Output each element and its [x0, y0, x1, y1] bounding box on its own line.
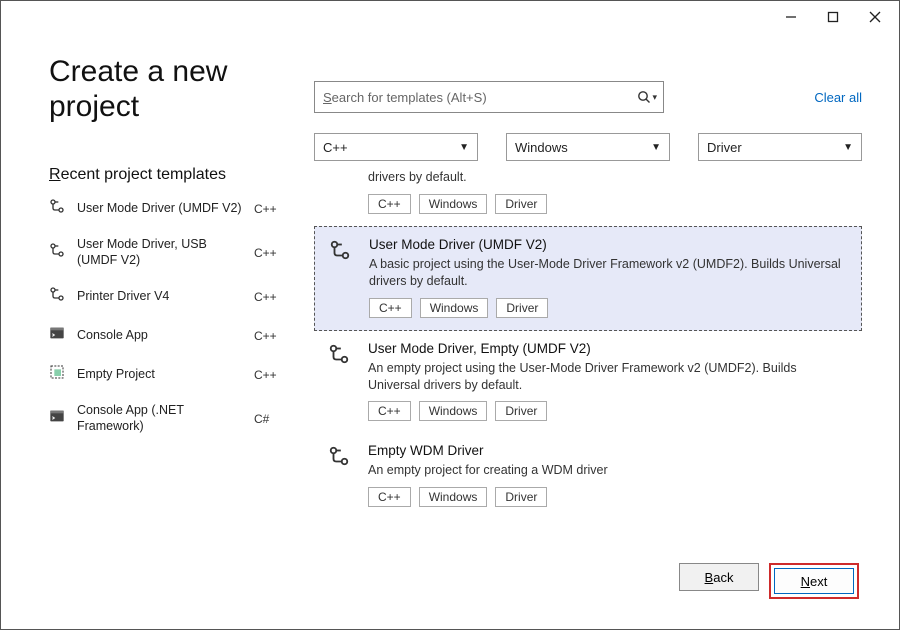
empty-icon: [49, 364, 67, 385]
driver-icon: [328, 343, 352, 422]
chevron-down-icon: ▼: [459, 142, 469, 153]
console-icon: [49, 325, 67, 346]
template-item[interactable]: User Mode Driver, Empty (UMDF V2) An empt…: [314, 331, 862, 434]
recent-template-item[interactable]: Printer Driver V4 C++: [49, 286, 284, 307]
recent-template-item[interactable]: User Mode Driver (UMDF V2) C++: [49, 198, 284, 219]
driver-icon: [49, 286, 67, 307]
projecttype-filter-dropdown[interactable]: Driver▼: [698, 133, 862, 161]
template-desc: A basic project using the User-Mode Driv…: [369, 256, 851, 290]
console-icon: [49, 408, 67, 429]
none-icon: [328, 171, 352, 214]
recent-template-lang: C++: [254, 246, 284, 260]
recent-template-lang: C++: [254, 290, 284, 304]
recent-template-name: Empty Project: [77, 367, 244, 383]
recent-template-name: User Mode Driver, USB (UMDF V2): [77, 237, 244, 268]
template-tag: C++: [369, 298, 412, 318]
template-tag: C++: [368, 487, 411, 507]
window-titlebar: [781, 1, 899, 29]
search-box[interactable]: Search for templates (Alt+S) ▾: [314, 81, 664, 113]
recent-template-name: User Mode Driver (UMDF V2): [77, 201, 244, 217]
back-button[interactable]: Back: [679, 563, 759, 591]
driver-icon: [49, 242, 67, 263]
chevron-down-icon: ▼: [843, 142, 853, 153]
template-tags: C++ Windows Driver: [368, 401, 852, 421]
clear-all-link[interactable]: Clear all: [814, 90, 862, 105]
template-tags: C++ Windows Driver: [368, 487, 852, 507]
platform-filter-dropdown[interactable]: Windows▼: [506, 133, 670, 161]
template-tag: Windows: [419, 487, 488, 507]
left-panel: Create a new project Recent project temp…: [49, 41, 284, 629]
recent-template-item[interactable]: Console App C++: [49, 325, 284, 346]
template-desc: An empty project using the User-Mode Dri…: [368, 360, 852, 394]
recent-template-lang: C++: [254, 329, 284, 343]
filter-row: C++▼ Windows▼ Driver▼: [314, 133, 862, 161]
template-item[interactable]: User Mode Driver (UMDF V2) A basic projec…: [314, 226, 862, 331]
maximize-button[interactable]: [823, 8, 843, 26]
dialog-footer: Back Next: [679, 563, 859, 599]
dialog-content: Create a new project Recent project temp…: [49, 41, 859, 629]
recent-template-item[interactable]: User Mode Driver, USB (UMDF V2) C++: [49, 237, 284, 268]
right-panel: Search for templates (Alt+S) ▾ Clear all…: [284, 41, 862, 629]
close-button[interactable]: [865, 8, 885, 26]
driver-icon: [328, 445, 352, 507]
template-tag: C++: [368, 194, 411, 214]
search-icon[interactable]: ▾: [637, 90, 657, 104]
template-desc: drivers by default.: [368, 169, 852, 186]
template-tag: C++: [368, 401, 411, 421]
template-tag: Windows: [419, 401, 488, 421]
new-project-dialog: Create a new project Recent project temp…: [0, 0, 900, 630]
language-filter-dropdown[interactable]: C++▼: [314, 133, 478, 161]
chevron-down-icon: ▼: [651, 142, 661, 153]
recent-templates-heading: Recent project templates: [49, 166, 284, 184]
template-tag: Windows: [419, 194, 488, 214]
page-title: Create a new project: [49, 55, 284, 124]
next-button[interactable]: Next: [774, 568, 854, 594]
template-results-list[interactable]: drivers by default.C++WindowsDriverUser …: [314, 169, 862, 517]
template-item[interactable]: drivers by default. C++ Windows Driver: [314, 169, 862, 226]
template-desc: An empty project for creating a WDM driv…: [368, 462, 852, 479]
driver-icon: [49, 198, 67, 219]
template-tag: Driver: [496, 298, 548, 318]
recent-template-lang: C++: [254, 368, 284, 382]
template-title: User Mode Driver (UMDF V2): [369, 237, 851, 252]
recent-template-lang: C#: [254, 412, 284, 426]
template-title: Empty WDM Driver: [368, 443, 852, 458]
template-title: User Mode Driver, Empty (UMDF V2): [368, 341, 852, 356]
template-tag: Driver: [495, 487, 547, 507]
template-tags: C++ Windows Driver: [368, 194, 852, 214]
template-item[interactable]: Empty WDM Driver An empty project for cre…: [314, 433, 862, 517]
search-row: Search for templates (Alt+S) ▾ Clear all: [314, 81, 862, 113]
template-tag: Driver: [495, 401, 547, 421]
minimize-button[interactable]: [781, 8, 801, 26]
driver-icon: [329, 239, 353, 318]
template-tag: Driver: [495, 194, 547, 214]
recent-template-name: Printer Driver V4: [77, 289, 244, 305]
template-tag: Windows: [420, 298, 489, 318]
recent-template-name: Console App: [77, 328, 244, 344]
recent-templates-list: User Mode Driver (UMDF V2)C++User Mode D…: [49, 198, 284, 435]
recent-template-lang: C++: [254, 202, 284, 216]
recent-template-item[interactable]: Empty Project C++: [49, 364, 284, 385]
next-button-highlight: Next: [769, 563, 859, 599]
recent-template-item[interactable]: Console App (.NET Framework) C#: [49, 403, 284, 434]
template-tags: C++ Windows Driver: [369, 298, 851, 318]
recent-template-name: Console App (.NET Framework): [77, 403, 244, 434]
